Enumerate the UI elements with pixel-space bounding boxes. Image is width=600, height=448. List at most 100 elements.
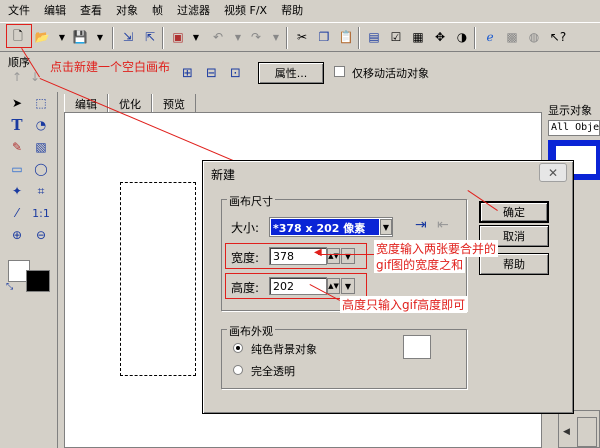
menu-edit[interactable]: 编辑 [44,2,66,18]
arrowhead-left-icon: ◀ [314,247,322,258]
size-label: 大小: [231,221,260,235]
crop-icon[interactable]: ⬚ [32,94,50,112]
chevron-down-icon[interactable]: ▼ [52,27,72,47]
effect-icon[interactable]: ◑ [452,27,472,47]
text-icon[interactable]: T [8,116,26,134]
cut-icon[interactable]: ✂ [292,27,312,47]
width-label: 宽度: [231,251,260,265]
import-icon[interactable]: ⇲ [118,27,138,47]
browser-icon[interactable]: ℯ [480,27,500,47]
pointer-icon[interactable]: ➤ [8,94,26,112]
eraser-icon[interactable]: ▭ [8,160,26,178]
swap-colors-icon[interactable]: ⤡ [6,282,13,292]
context-help-icon[interactable]: ↖? [548,27,568,47]
move-active-label: 仅移动活动对象 [352,67,429,80]
frame-edit-icon[interactable]: ☑ [386,27,406,47]
add-preset-icon[interactable]: ⇥ [415,217,427,233]
menu-object[interactable]: 对象 [116,2,138,18]
redo-icon[interactable]: ↷ [246,27,266,47]
align-center-icon[interactable]: ⊟ [206,66,217,81]
canvas-size-group-label: 画布尺寸 [227,193,275,209]
menu-file[interactable]: 文件 [8,2,30,18]
close-icon[interactable]: ✕ [539,163,567,182]
image-icon[interactable]: ▣ [168,27,188,47]
chevron-down-icon[interactable]: ▼ [380,219,392,235]
chevron-down-icon[interactable]: ▼ [90,27,110,47]
remove-preset-icon[interactable]: ⇤ [437,217,449,233]
actual-size-icon[interactable]: 1:1 [32,204,50,222]
save-icon[interactable]: 💾 [70,27,90,47]
panel-preview: ◀ [558,410,600,448]
panel-title: 显示对象 [548,104,592,117]
arrow-up-icon[interactable]: ↑ [12,70,22,84]
canvas-appearance-group-label: 画布外观 [227,323,275,339]
transparent-label: 完全透明 [251,365,295,378]
foreground-color-swatch[interactable] [26,270,50,292]
export-icon[interactable]: ⇱ [140,27,160,47]
toolbar-divider [286,27,288,49]
annotation-width-2: gif图的宽度之和 [374,256,466,273]
menu-help[interactable]: 帮助 [281,2,303,18]
new-canvas-dialog: 新建 ✕ 画布尺寸 大小: *378 x 202 像素 ▼ ⇥ ⇤ 宽度: 37… [202,160,574,414]
menu-frame[interactable]: 帧 [152,2,163,18]
canvas[interactable] [120,182,196,376]
chevron-down-icon[interactable]: ▼ [228,27,248,47]
lasso-icon[interactable]: ◯ [32,160,50,178]
toolbar-divider [474,27,476,49]
undo-icon[interactable]: ↶ [208,27,228,47]
size-dropdown-value: *378 x 202 像素 [271,219,379,235]
menu-filter[interactable]: 过滤器 [177,2,210,18]
solid-bg-label: 纯色背景对象 [251,343,317,356]
eyedropper-icon[interactable]: ⁄ [8,204,26,222]
chevron-down-icon[interactable]: ▼ [341,248,355,264]
open-folder-icon[interactable]: 📂 [32,27,52,47]
annotation-width-1: 宽度输入两张要合并的 [374,240,499,257]
chevron-down-icon[interactable]: ▼ [266,27,286,47]
height-label: 高度: [231,281,260,295]
annotation-height: 高度只输入gif高度即可 [340,296,468,313]
rotate-icon[interactable]: ◔ [32,116,50,134]
main-toolbar: 🗋 📂 ▼ 💾 ▼ ⇲ ⇱ ▣ ▼ ↶ ▼ ↷ ▼ ✂ ❐ 📋 ▤ ☑ ▦ ✥ … [0,22,600,52]
object-filter-dropdown[interactable]: All Obje [548,120,600,136]
annotation-new-canvas: 点击新建一个空白画布 [50,60,171,74]
frames-icon[interactable]: ▦ [408,27,428,47]
solid-bg-radio[interactable] [233,343,243,353]
annotation-arrow [318,254,374,255]
smudge-icon[interactable]: ✦ [8,182,26,200]
paint-icon[interactable]: ◍ [524,27,544,47]
transparent-radio[interactable] [233,365,243,375]
chevron-down-icon[interactable]: ▼ [341,278,355,294]
zoom-in-icon[interactable]: ⊕ [8,226,26,244]
height-stepper[interactable]: ▲▼ [327,278,340,294]
preview-frame [577,417,597,447]
properties-button[interactable]: 属性... [258,62,324,84]
chevron-down-icon[interactable]: ▼ [186,27,206,47]
highlight-new-button [6,24,32,48]
move-icon[interactable]: ✥ [430,27,450,47]
frame-icon[interactable]: ▤ [364,27,384,47]
distribute-icon[interactable]: ⊡ [230,66,241,81]
width-stepper[interactable]: ▲▼ [327,248,340,264]
move-active-checkbox[interactable] [334,66,345,77]
tool-panel: ➤ ⬚ T ◔ ✎ ▧ ▭ ◯ ✦ ⌗ ⁄ 1:1 ⊕ ⊖ ⤡ [0,92,58,448]
toolbar-divider [112,27,114,49]
align-icon[interactable]: ⊞ [182,66,193,81]
grid-icon[interactable]: ▩ [502,27,522,47]
resize-icon[interactable]: ⌗ [32,182,50,200]
dialog-title: 新建 [211,168,236,182]
toolbar-divider [162,27,164,49]
chevron-left-icon[interactable]: ◀ [563,427,570,437]
menu-video-fx[interactable]: 视频 F/X [224,2,267,18]
size-dropdown[interactable]: *378 x 202 像素 ▼ [269,217,393,237]
menu-bar: 文件 编辑 查看 对象 帧 过滤器 视频 F/X 帮助 [0,0,600,20]
menu-view[interactable]: 查看 [80,2,102,18]
select-icon[interactable]: ▧ [32,138,50,156]
toolbar-divider [358,27,360,49]
tab-preview[interactable]: 预览 [152,94,196,112]
background-color-well[interactable] [403,335,431,359]
height-field[interactable]: 202 [269,277,327,295]
copy-icon[interactable]: ❐ [314,27,334,47]
paste-icon[interactable]: 📋 [336,27,356,47]
zoom-out-icon[interactable]: ⊖ [32,226,50,244]
brush-icon[interactable]: ✎ [8,138,26,156]
